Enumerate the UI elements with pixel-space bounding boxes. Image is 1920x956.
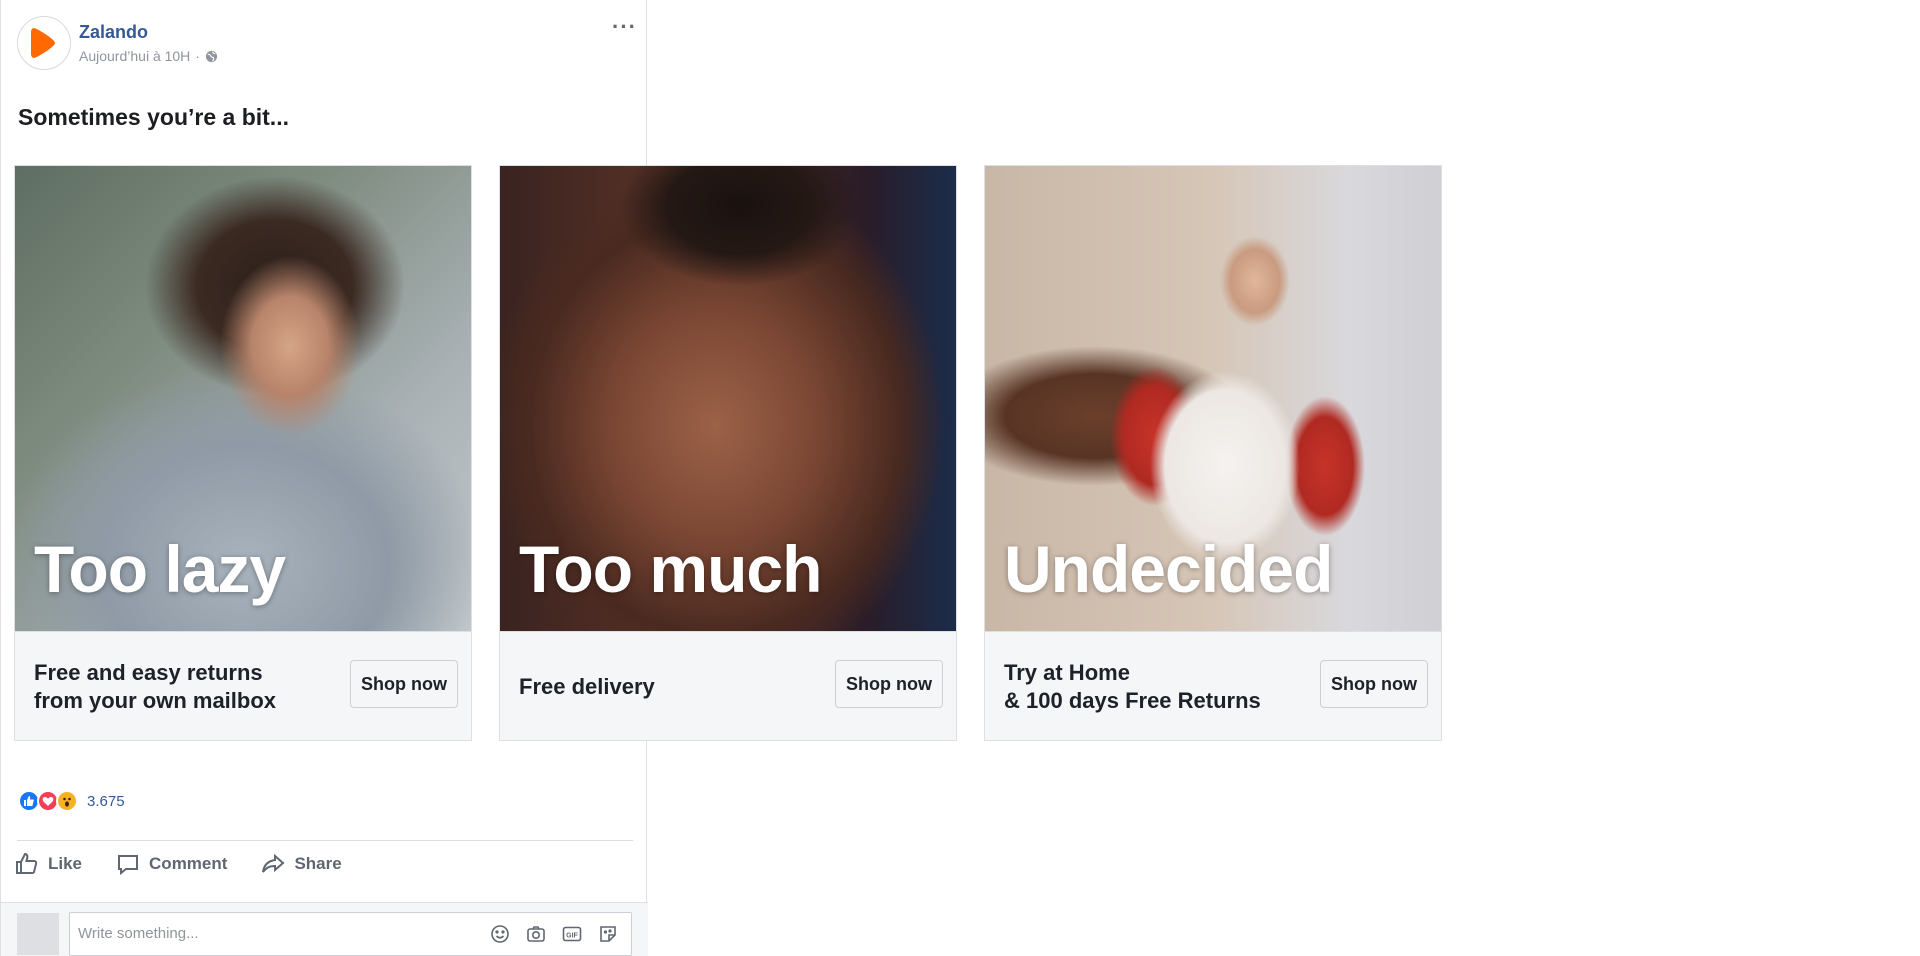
comment-icon [118,855,139,876]
zalando-logo-icon [31,28,55,58]
emoji-icon[interactable] [489,923,511,945]
thumbs-up-icon [16,852,38,874]
card-description: Free and easy returns from your own mail… [34,659,277,713]
share-label: Share [294,854,342,873]
page-avatar[interactable] [17,16,71,70]
card-footer: Free and easy returns from your own mail… [15,631,471,740]
share-icon [262,853,285,873]
post-message: Sometimes you’re a bit... [18,104,289,130]
wow-reaction-icon [56,790,78,812]
post-actions: Like Comment Share [15,852,342,876]
card-headline: Undecided [1004,532,1333,606]
card-description: Free delivery [519,673,655,699]
comment-composer: Write something... GIF [1,902,648,956]
camera-icon[interactable] [525,923,547,945]
globe-icon [205,50,218,62]
comment-placeholder: Write something... [78,925,199,942]
user-avatar [17,913,59,955]
sticker-icon[interactable] [597,923,619,945]
card-headline: Too much [519,532,822,606]
carousel-image[interactable]: Too much [500,166,956,631]
page-name[interactable]: Zalando [79,22,148,43]
post-header: Zalando Aujourd’hui à 10H · ··· [17,16,637,72]
carousel-image[interactable]: Undecided [985,166,1441,631]
like-label: Like [48,854,83,873]
carousel-card[interactable]: Too lazy Free and easy returns from your… [14,165,472,741]
card-description: Try at Home & 100 days Free Returns [1004,659,1261,713]
actions-divider [17,840,633,841]
like-button[interactable]: Like [15,852,82,876]
post-meta: Aujourd’hui à 10H · [79,48,218,64]
share-button[interactable]: Share [261,852,342,876]
card-headline: Too lazy [34,532,286,606]
shop-now-button[interactable]: Shop now [350,660,458,708]
shop-now-button[interactable]: Shop now [1320,660,1428,708]
comment-label: Comment [149,854,228,873]
svg-text:GIF: GIF [566,933,578,940]
card-footer: Try at Home & 100 days Free Returns Shop… [985,631,1441,740]
carousel-card[interactable]: Too much Free delivery Shop now [499,165,957,741]
composer-icons: GIF [489,923,619,945]
comment-input[interactable]: Write something... GIF [69,912,632,956]
ellipsis-icon[interactable]: ··· [612,16,637,38]
carousel-image[interactable]: Too lazy [15,166,471,631]
shop-now-button[interactable]: Shop now [835,660,943,708]
post-timestamp[interactable]: Aujourd’hui à 10H [79,48,190,64]
reaction-count[interactable]: 3.675 [87,793,125,810]
comment-button[interactable]: Comment [116,852,227,876]
card-footer: Free delivery Shop now [500,631,956,740]
reactions-summary[interactable]: 3.675 [18,790,125,812]
meta-separator: · [195,48,200,64]
gif-icon[interactable]: GIF [561,923,583,945]
carousel-card[interactable]: Undecided Try at Home & 100 days Free Re… [984,165,1442,741]
